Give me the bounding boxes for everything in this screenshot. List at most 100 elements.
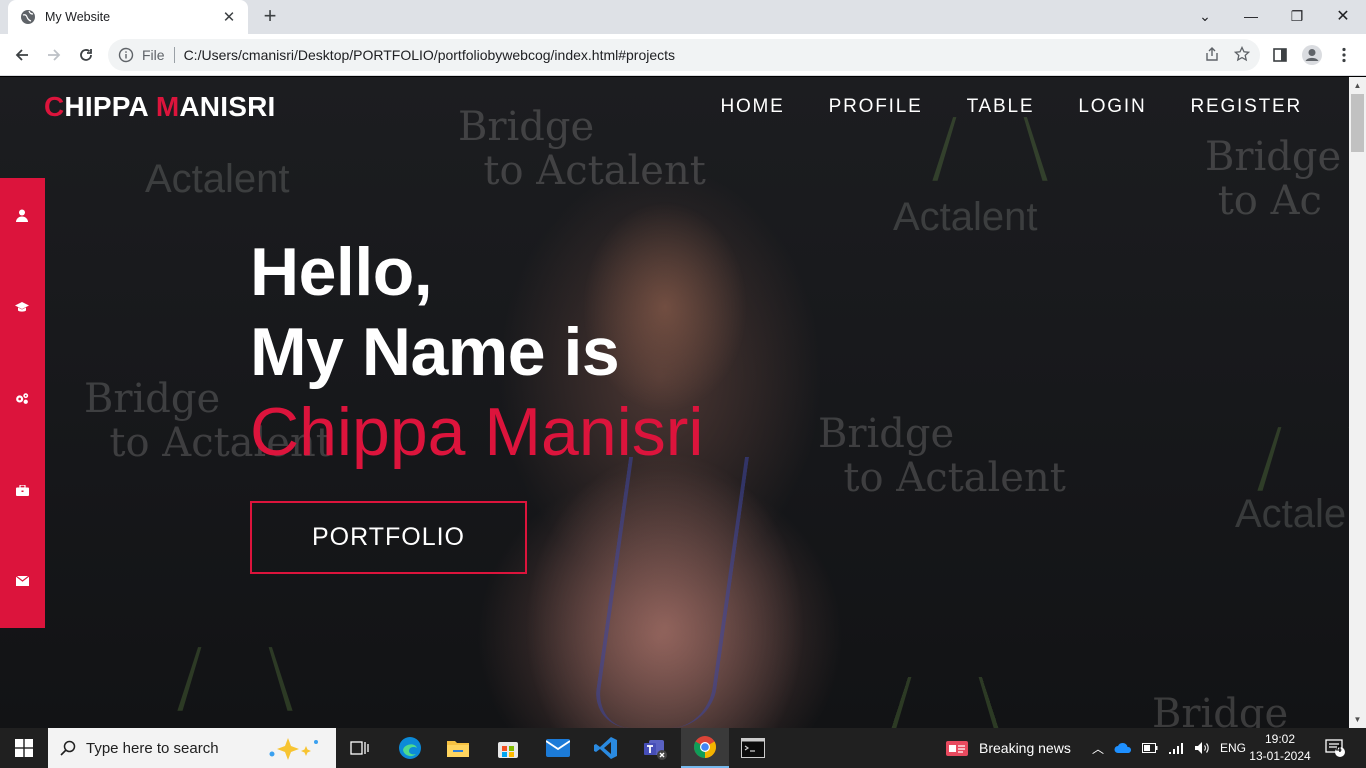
system-tray: ︿ ENG <box>1092 728 1246 768</box>
notification-icon <box>1325 739 1345 757</box>
onedrive-icon[interactable] <box>1114 742 1132 754</box>
globe-icon <box>21 10 35 24</box>
forward-arrow-icon <box>48 49 61 61</box>
forward-button[interactable] <box>41 42 67 68</box>
nav-register[interactable]: REGISTER <box>1190 96 1302 118</box>
vscode-icon <box>594 737 617 759</box>
site-logo[interactable]: CHIPPA MANISRI <box>44 91 276 123</box>
hero-name: Chippa Manisri <box>250 394 704 470</box>
user-icon[interactable] <box>15 208 29 222</box>
kebab-menu-icon <box>1342 47 1346 63</box>
back-button[interactable] <box>9 42 35 68</box>
side-panel-button[interactable] <box>1267 42 1293 68</box>
notification-count: 4 <box>1336 744 1342 755</box>
back-arrow-icon <box>15 49 28 61</box>
taskbar-edge[interactable] <box>386 728 434 768</box>
start-button[interactable] <box>0 728 48 768</box>
chevron-up-icon[interactable]: ︿ <box>1092 740 1104 757</box>
windows-taskbar: Type here to search Breaking news ︿ ENG <box>0 728 1366 768</box>
clock-date: 13-01-2024 <box>1249 749 1311 763</box>
chrome-icon <box>694 736 716 758</box>
backdrop-logo: Actale <box>1235 492 1347 536</box>
clock[interactable]: 19:02 13-01-2024 <box>1248 728 1312 768</box>
taskbar-teams[interactable] <box>632 728 680 768</box>
nav-home[interactable]: HOME <box>720 96 784 118</box>
browser-toolbar: File C:/Users/cmanisri/Desktop/PORTFOLIO… <box>0 34 1366 76</box>
edge-icon <box>399 737 421 759</box>
taskbar-search[interactable]: Type here to search <box>48 728 336 768</box>
close-window-button[interactable]: ✕ <box>1320 0 1366 32</box>
briefcase-icon[interactable] <box>15 483 29 497</box>
windows-logo-icon <box>15 739 33 757</box>
taskbar-store[interactable] <box>484 728 532 768</box>
new-tab-button[interactable]: + <box>258 4 282 30</box>
taskbar-file-explorer[interactable] <box>434 728 482 768</box>
avatar-icon <box>1302 45 1322 65</box>
taskbar-vscode[interactable] <box>582 728 630 768</box>
page-viewport: Bridge to Actalent Actalent Actalent Bri… <box>0 77 1349 728</box>
url-text[interactable]: C:/Users/cmanisri/Desktop/PORTFOLIO/port… <box>184 47 1260 63</box>
minimize-button[interactable]: — <box>1228 0 1274 32</box>
logo-text-part1: HIPPA <box>64 91 156 122</box>
bookmark-star-icon[interactable] <box>1234 46 1250 62</box>
scroll-down-arrow-icon[interactable]: ▼ <box>1349 711 1366 728</box>
language-indicator[interactable]: ENG <box>1220 741 1246 755</box>
share-icon[interactable] <box>1204 46 1220 62</box>
logo-letter-m: M <box>155 91 180 122</box>
teams-icon <box>644 740 667 760</box>
backdrop-logo: Actalent <box>893 195 1038 239</box>
logo-text-part2: ANISRI <box>179 91 276 122</box>
backdrop-logo: Bridge to Ac <box>1205 134 1342 224</box>
clock-time: 19:02 <box>1264 732 1296 746</box>
taskbar-terminal[interactable] <box>729 728 777 768</box>
search-icon <box>60 740 76 756</box>
nav-login[interactable]: LOGIN <box>1078 96 1146 118</box>
hero-intro: My Name is <box>250 314 620 390</box>
cogs-icon[interactable] <box>15 391 29 405</box>
backdrop-a-mark <box>887 677 1003 728</box>
news-icon <box>946 741 968 756</box>
taskbar-mail[interactable] <box>534 728 582 768</box>
restore-button[interactable]: ❐ <box>1274 0 1320 32</box>
news-label: Breaking news <box>979 740 1071 756</box>
taskbar-chrome[interactable] <box>681 728 729 768</box>
page-scrollbar[interactable]: ▲ ▼ <box>1349 77 1366 728</box>
address-bar[interactable]: File C:/Users/cmanisri/Desktop/PORTFOLIO… <box>108 39 1260 71</box>
nav-profile[interactable]: PROFILE <box>829 96 923 118</box>
tab-strip: My Website ✕ + ⌄ — ❐ ✕ <box>0 0 1366 34</box>
portfolio-button[interactable]: PORTFOLIO <box>250 501 527 574</box>
backdrop-a-mark <box>932 117 1048 181</box>
browser-tab[interactable]: My Website ✕ <box>8 0 248 34</box>
menu-button[interactable] <box>1331 42 1357 68</box>
graduation-cap-icon[interactable] <box>15 300 29 314</box>
tab-search-icon[interactable]: ⌄ <box>1182 0 1228 32</box>
info-icon[interactable] <box>118 47 134 63</box>
volume-icon[interactable] <box>1194 741 1210 755</box>
search-highlight-icon <box>269 738 318 760</box>
search-placeholder: Type here to search <box>86 739 219 757</box>
hero-heading: Hello, My Name is Chippa Manisri <box>250 232 704 472</box>
mail-icon <box>546 739 570 757</box>
backdrop-a-mark <box>177 647 293 711</box>
task-view-button[interactable] <box>336 728 384 768</box>
news-widget[interactable]: Breaking news <box>946 728 1071 768</box>
hero-greeting: Hello, <box>250 234 433 310</box>
notification-center[interactable]: 4 <box>1322 728 1348 768</box>
scroll-up-arrow-icon[interactable]: ▲ <box>1349 77 1366 94</box>
reload-button[interactable] <box>73 42 99 68</box>
envelope-icon[interactable] <box>15 574 29 588</box>
side-panel-icon <box>1273 48 1287 62</box>
backdrop-logo: Bridge <box>1152 691 1289 728</box>
terminal-icon <box>741 738 765 758</box>
store-icon <box>498 742 518 758</box>
profile-button[interactable] <box>1299 42 1325 68</box>
reload-icon <box>80 49 92 61</box>
battery-icon[interactable] <box>1142 743 1158 753</box>
backdrop-logo: Actalent <box>145 157 290 201</box>
scrollbar-thumb[interactable] <box>1351 94 1364 152</box>
tab-close-icon[interactable]: ✕ <box>220 8 238 26</box>
main-nav: HOME PROFILE TABLE LOGIN REGISTER <box>720 96 1302 118</box>
tab-title: My Website <box>45 10 111 24</box>
nav-table[interactable]: TABLE <box>967 96 1035 118</box>
wifi-icon[interactable] <box>1168 741 1184 755</box>
